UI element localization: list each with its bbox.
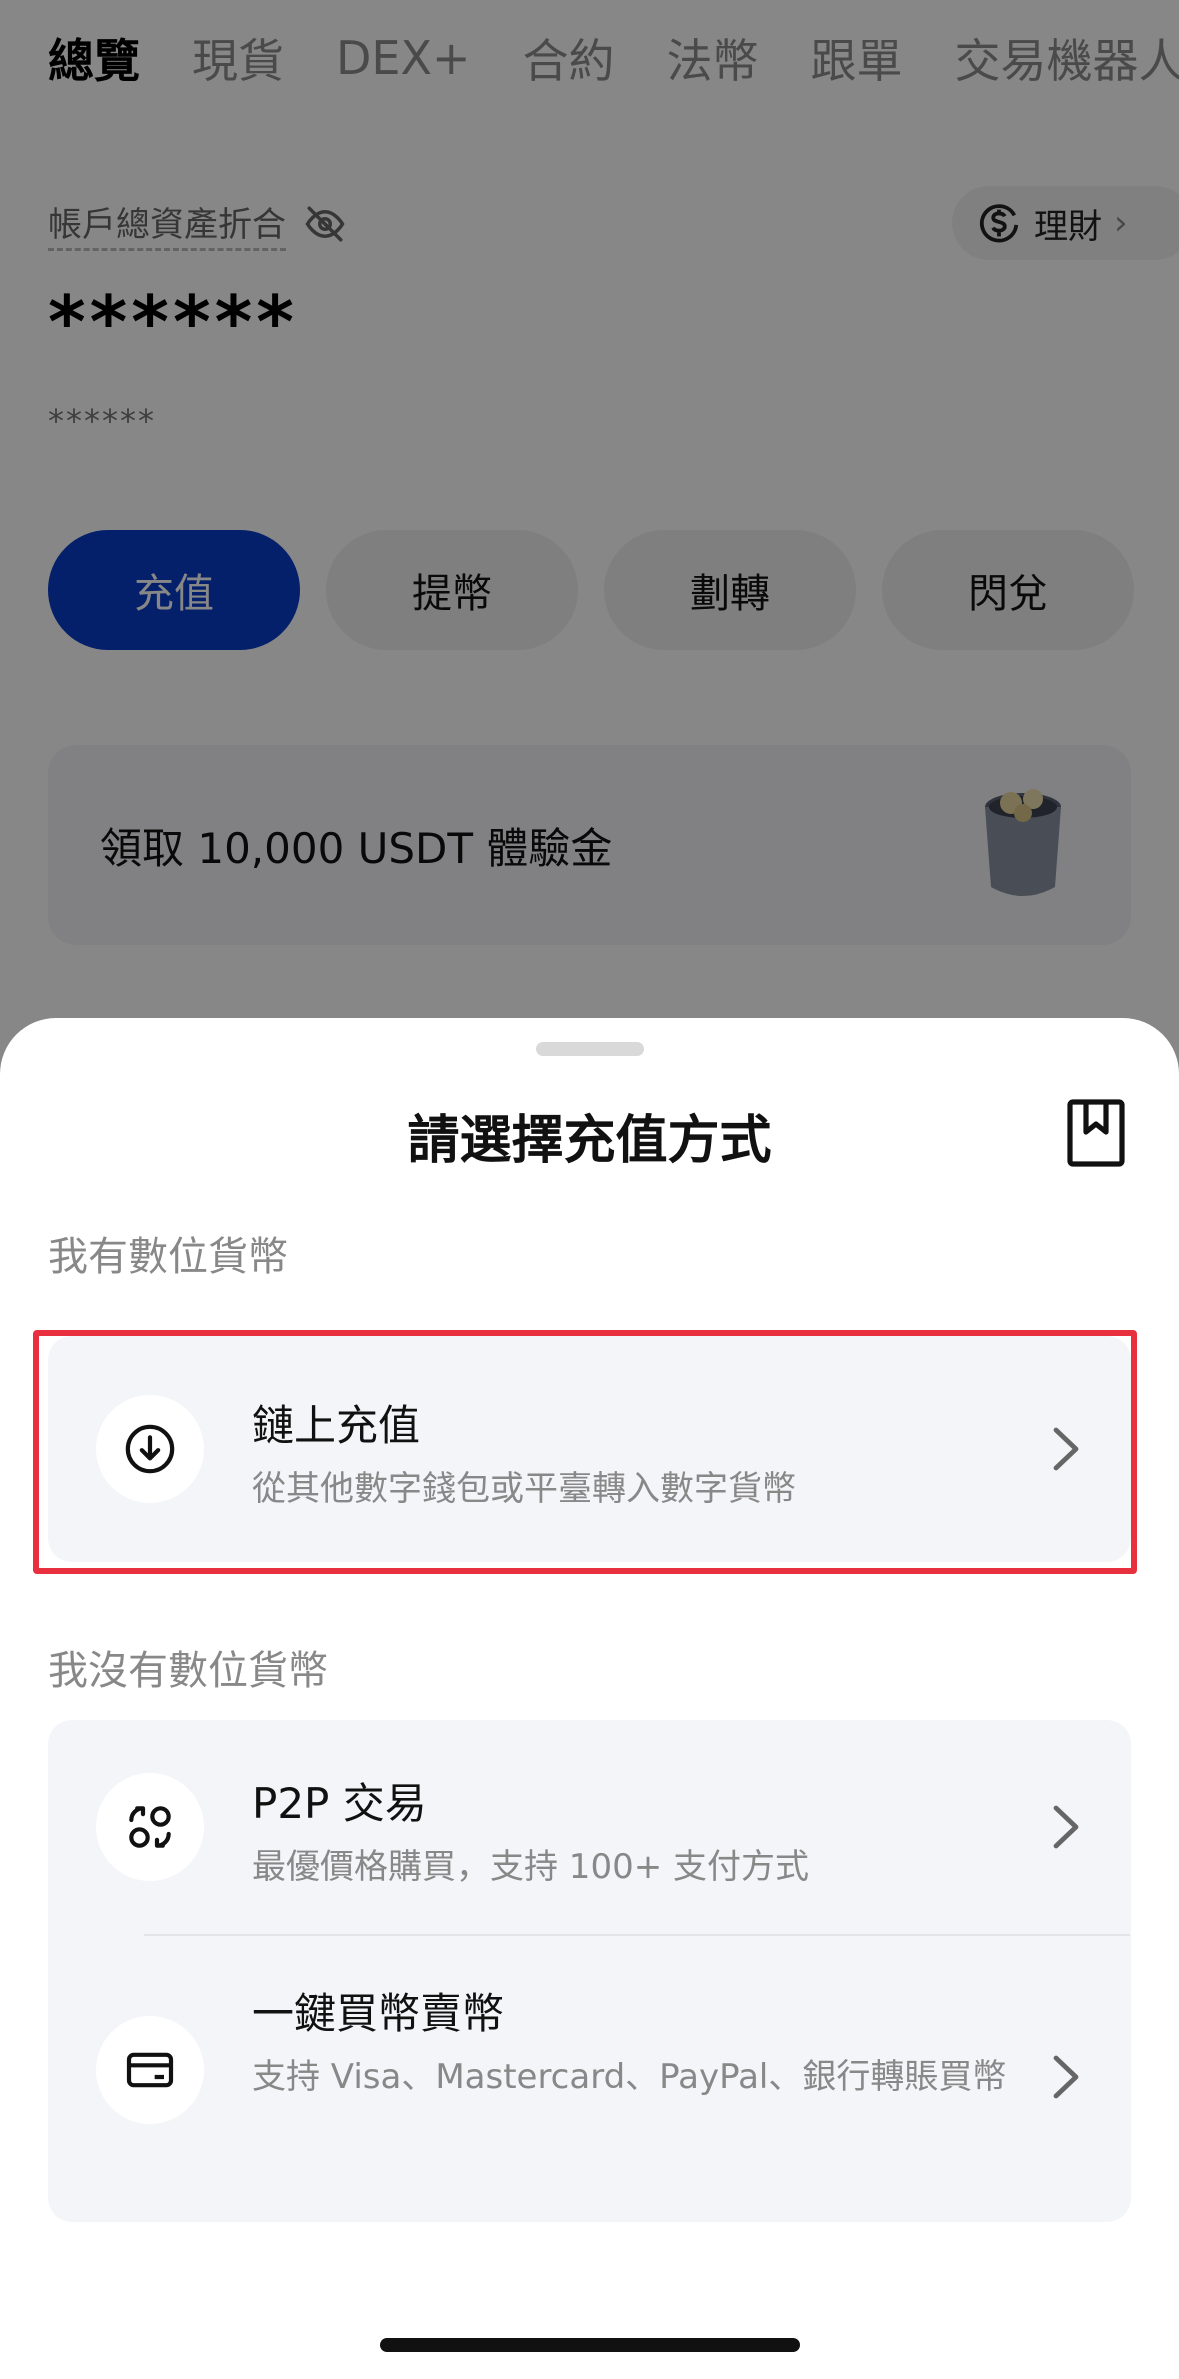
no-crypto-label: 我沒有數位貨幣 [48, 1648, 328, 1694]
p2p-title: P2P 交易 [252, 1779, 427, 1828]
p2p-subtitle: 最優價格購買，支持 100+ 支付方式 [252, 1847, 809, 1887]
home-indicator[interactable] [380, 2338, 800, 2352]
card-icon [96, 2016, 204, 2124]
quick-buy-option[interactable]: 一鍵買幣賣幣 支持 Visa、Mastercard、PayPal、銀行轉賬買幣 [48, 1936, 1131, 2222]
p2p-option[interactable]: P2P 交易 最優價格購買，支持 100+ 支付方式 [48, 1720, 1131, 1934]
deposit-method-sheet: 請選擇充值方式 我有數位貨幣 鏈上充值 從其他數字錢包或平臺轉入數字貨幣 我沒有… [0, 1018, 1179, 2379]
p2p-swap-icon [96, 1773, 204, 1881]
chevron-right-icon [1053, 1805, 1079, 1849]
sheet-grabber[interactable] [536, 1042, 644, 1056]
bookmark-icon[interactable] [1066, 1098, 1126, 1168]
sheet-title: 請選擇充值方式 [407, 1111, 772, 1171]
chevron-right-icon [1053, 2055, 1079, 2099]
have-crypto-label: 我有數位貨幣 [48, 1234, 288, 1280]
quick-buy-subtitle: 支持 Visa、Mastercard、PayPal、銀行轉賬買幣 [252, 2057, 1007, 2097]
quick-buy-text: 一鍵買幣賣幣 支持 Visa、Mastercard、PayPal、銀行轉賬買幣 [252, 1980, 1012, 2102]
quick-buy-title: 一鍵買幣賣幣 [252, 1989, 505, 2038]
p2p-text: P2P 交易 最優價格購買，支持 100+ 支付方式 [252, 1770, 809, 1892]
highlight-box [33, 1330, 1137, 1574]
fiat-options-card: P2P 交易 最優價格購買，支持 100+ 支付方式 一鍵買幣賣幣 支持 Vis… [48, 1720, 1131, 2222]
